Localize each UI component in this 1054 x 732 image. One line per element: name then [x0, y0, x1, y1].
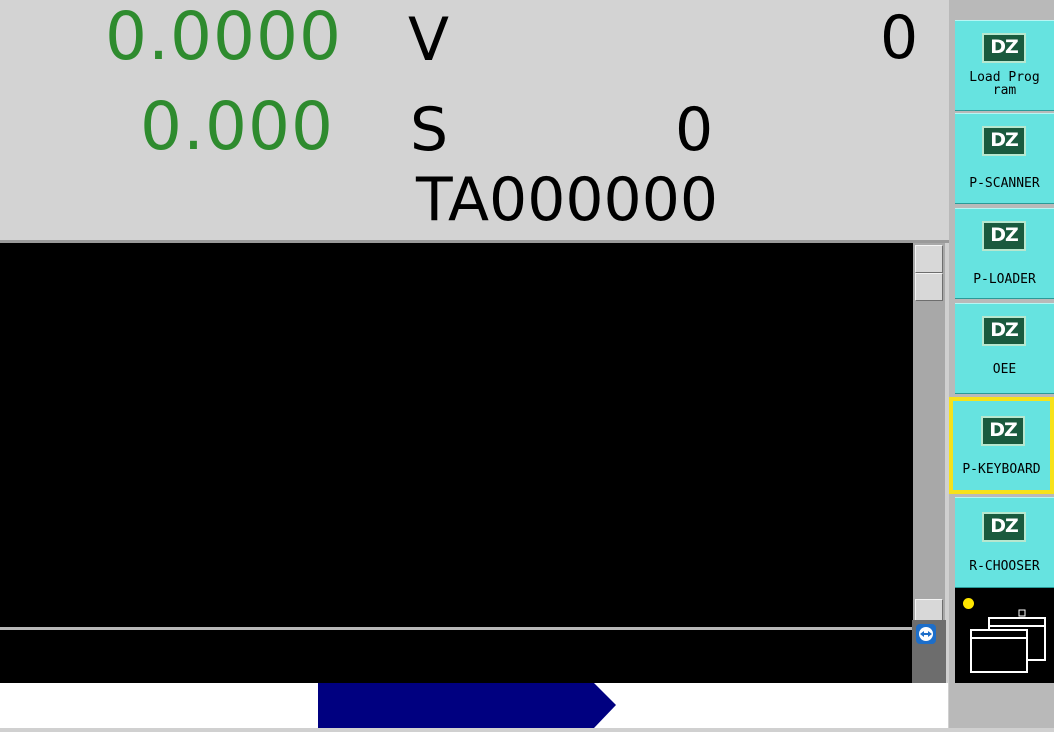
window-switch-button[interactable]: [955, 588, 1054, 683]
vertical-scrollbar[interactable]: [913, 243, 945, 629]
scroll-thumb[interactable]: [915, 273, 943, 301]
message-area[interactable]: [0, 243, 913, 629]
readout-count-1: 0: [880, 3, 919, 73]
load-program-button[interactable]: DZ Load Prog ram: [955, 20, 1054, 111]
p-loader-label: P-LOADER: [973, 272, 1036, 287]
scroll-up-button[interactable]: [915, 245, 943, 273]
r-chooser-button[interactable]: DZ R-CHOOSER: [955, 497, 1054, 588]
dz-logo-icon: DZ: [982, 316, 1026, 346]
readout-unit-v: V: [408, 5, 450, 75]
p-keyboard-label: P-KEYBOARD: [962, 462, 1041, 477]
readout-count-2: 0: [675, 95, 714, 165]
dz-logo-icon: DZ: [982, 221, 1026, 251]
dz-logo-icon: DZ: [982, 33, 1026, 63]
p-loader-button[interactable]: DZ P-LOADER: [955, 208, 1054, 299]
oee-label: OEE: [992, 362, 1017, 377]
window-switch-icon: [970, 609, 1046, 673]
dz-logo-icon: DZ: [982, 126, 1026, 156]
p-keyboard-button[interactable]: DZ P-KEYBOARD: [949, 397, 1054, 494]
tool-code: TA000000: [416, 165, 719, 235]
p-scanner-button[interactable]: DZ P-SCANNER: [955, 113, 1054, 204]
readout-value-2: 0.000: [140, 88, 334, 165]
readout-unit-s: S: [410, 95, 449, 165]
dz-logo-icon: DZ: [982, 512, 1026, 542]
load-program-label: Load Prog ram: [969, 70, 1040, 98]
readout-value-1: 0.0000: [105, 0, 342, 75]
progress-indicator: [318, 683, 618, 728]
dz-logo-icon: DZ: [981, 416, 1025, 446]
p-scanner-label: P-SCANNER: [969, 176, 1040, 191]
status-line-area: [0, 630, 913, 683]
oee-button[interactable]: DZ OEE: [955, 303, 1054, 394]
readout-panel: 0.0000 V 0 0.000 S 0 TA000000: [0, 0, 949, 242]
r-chooser-label: R-CHOOSER: [969, 559, 1040, 574]
